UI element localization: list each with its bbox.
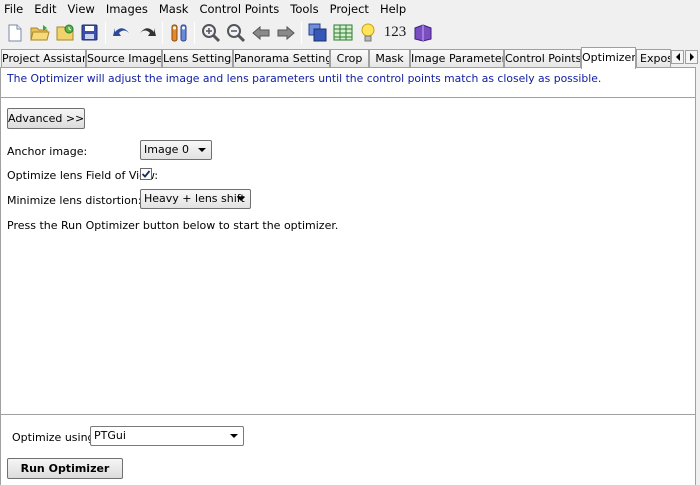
chevron-down-icon xyxy=(230,434,238,438)
new-file-icon[interactable] xyxy=(2,20,27,45)
optimizer-hint-text: Press the Run Optimizer button below to … xyxy=(7,219,339,232)
tab-project-assistant[interactable]: Project Assistant xyxy=(1,49,86,68)
tab-mask[interactable]: Mask xyxy=(369,49,410,68)
help-book-icon[interactable] xyxy=(410,20,435,45)
toolbar-separator xyxy=(162,21,163,44)
anchor-image-select[interactable]: Image 0 xyxy=(140,140,212,160)
zoom-out-icon[interactable] xyxy=(223,20,248,45)
anchor-image-value: Image 0 xyxy=(144,143,189,156)
fast-preview-icon[interactable] xyxy=(305,20,330,45)
lightbulb-icon[interactable] xyxy=(355,20,380,45)
toolbar: 123 xyxy=(0,18,700,47)
tab-scroll-right-icon[interactable] xyxy=(685,50,698,64)
tab-optimizer[interactable]: Optimizer xyxy=(581,47,636,69)
undo-icon[interactable] xyxy=(109,20,134,45)
tab-crop[interactable]: Crop xyxy=(330,49,369,68)
divider xyxy=(1,414,695,415)
open-recent-icon[interactable] xyxy=(52,20,77,45)
save-icon[interactable] xyxy=(77,20,102,45)
redo-icon[interactable] xyxy=(134,20,159,45)
tab-control-points[interactable]: Control Points xyxy=(504,49,581,68)
chevron-down-icon xyxy=(237,197,245,201)
preferences-icon[interactable] xyxy=(166,20,191,45)
menu-view[interactable]: View xyxy=(63,0,101,18)
tab-scroll-left-icon[interactable] xyxy=(671,50,684,64)
run-optimizer-button[interactable]: Run Optimizer xyxy=(7,458,123,479)
toolbar-separator xyxy=(301,21,302,44)
tab-panorama-settings[interactable]: Panorama Settings xyxy=(233,49,330,68)
identify-button[interactable]: 123 xyxy=(380,24,410,41)
advanced-button[interactable]: Advanced >> xyxy=(7,108,85,129)
optimizer-panel: The Optimizer will adjust the image and … xyxy=(0,67,696,485)
toolbar-separator xyxy=(105,21,106,44)
tab-exposure[interactable]: Exposu xyxy=(636,49,671,68)
optimize-using-label: Optimize using: xyxy=(12,431,99,444)
anchor-image-label: Anchor image: xyxy=(7,145,88,158)
chevron-down-icon xyxy=(198,148,206,152)
menu-edit[interactable]: Edit xyxy=(29,0,62,18)
checkmark-icon xyxy=(141,170,151,178)
distortion-value: Heavy + lens shift xyxy=(144,192,245,205)
table-icon[interactable] xyxy=(330,20,355,45)
tab-source-images[interactable]: Source Images xyxy=(86,49,162,68)
distortion-select[interactable]: Heavy + lens shift xyxy=(140,189,251,209)
menu-file[interactable]: File xyxy=(0,0,29,18)
menu-mask[interactable]: Mask xyxy=(154,0,195,18)
optimize-fov-checkbox[interactable] xyxy=(140,168,152,180)
zoom-in-icon[interactable] xyxy=(198,20,223,45)
tab-image-parameters[interactable]: Image Parameters xyxy=(410,49,504,68)
menu-project[interactable]: Project xyxy=(325,0,375,18)
menu-help[interactable]: Help xyxy=(375,0,412,18)
minimize-distortion-label: Minimize lens distortion: xyxy=(7,194,142,207)
tab-lens-settings[interactable]: Lens Settings xyxy=(162,49,233,68)
divider xyxy=(1,97,695,98)
optimize-using-value: PTGui xyxy=(94,429,126,442)
menu-tools[interactable]: Tools xyxy=(285,0,324,18)
tab-strip: Project Assistant Source Images Lens Set… xyxy=(0,47,700,69)
optimize-fov-label: Optimize lens Field of View: xyxy=(7,169,159,182)
previous-icon[interactable] xyxy=(248,20,273,45)
toolbar-separator xyxy=(194,21,195,44)
optimize-using-select[interactable]: PTGui xyxy=(90,426,244,446)
open-folder-icon[interactable] xyxy=(27,20,52,45)
menu-images[interactable]: Images xyxy=(101,0,154,18)
menu-control-points[interactable]: Control Points xyxy=(194,0,285,18)
next-icon[interactable] xyxy=(273,20,298,45)
menu-bar: File Edit View Images Mask Control Point… xyxy=(0,0,700,18)
optimizer-info-text: The Optimizer will adjust the image and … xyxy=(7,72,602,85)
